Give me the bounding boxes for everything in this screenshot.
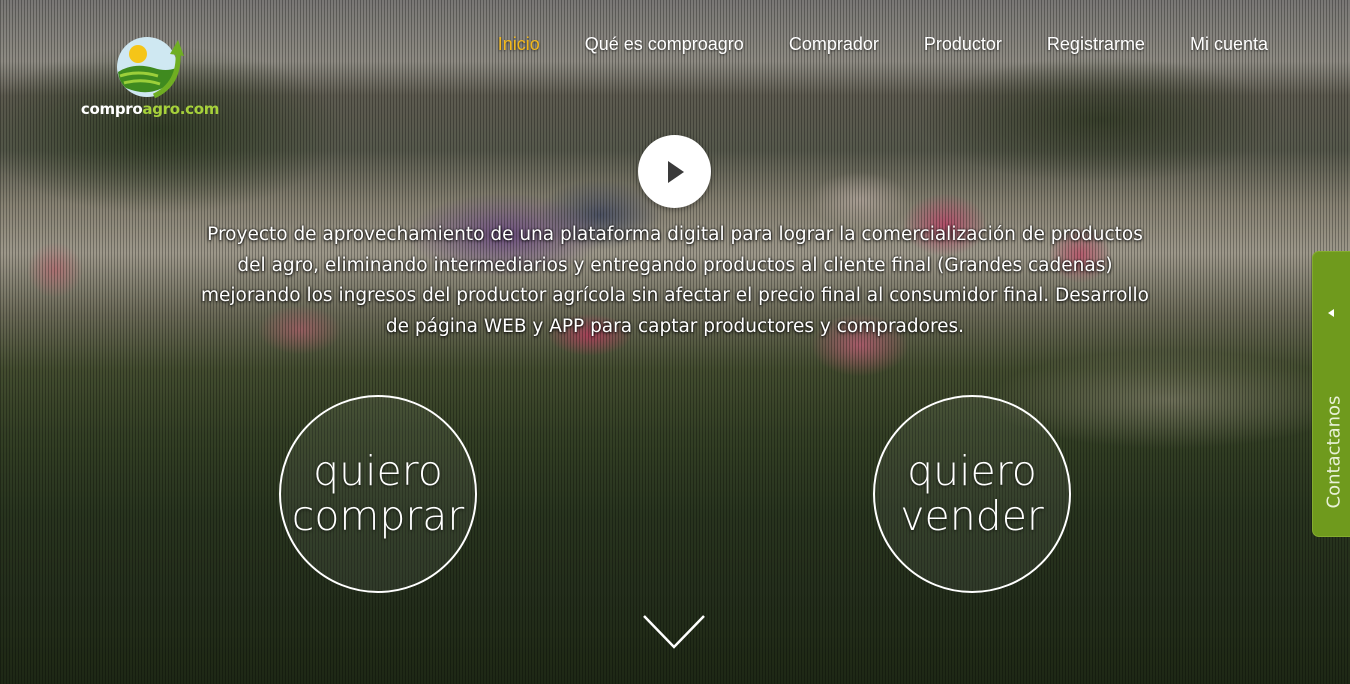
- contact-side-tab[interactable]: Contactanos: [1312, 251, 1350, 537]
- quiero-vender-button[interactable]: quiero vender: [873, 395, 1071, 593]
- cta-sell-line2: vender: [900, 492, 1044, 540]
- main-nav: Inicio Qué es comproagro Comprador Produ…: [453, 33, 1268, 55]
- nav-item-comprador[interactable]: Comprador: [789, 33, 879, 55]
- nav-item-productor[interactable]: Productor: [924, 33, 1002, 55]
- logo-wordmark: comproagro.com: [80, 100, 220, 118]
- logo-text-compro: compro: [80, 100, 143, 118]
- nav-item-que-es[interactable]: Qué es comproagro: [585, 33, 744, 55]
- hero-description: Proyecto de aprovechamiento de una plata…: [201, 224, 1149, 337]
- cta-buy-line2: comprar: [291, 492, 465, 540]
- play-video-button[interactable]: [638, 135, 711, 208]
- logo-emblem-icon: [117, 37, 184, 99]
- cta-sell-line1: quiero: [907, 447, 1037, 495]
- cta-buy-line1: quiero: [313, 447, 443, 495]
- play-icon: [667, 160, 684, 183]
- logo-text-agro: agro.com: [142, 100, 220, 118]
- caret-left-icon: [1328, 309, 1334, 317]
- nav-item-registrarme[interactable]: Registrarme: [1047, 33, 1145, 55]
- site-logo[interactable]: comproagro.com: [80, 30, 220, 125]
- nav-item-inicio[interactable]: Inicio: [498, 33, 540, 55]
- chevron-down-icon[interactable]: [641, 612, 707, 652]
- contact-tab-label: Contactanos: [1323, 395, 1345, 509]
- nav-item-mi-cuenta[interactable]: Mi cuenta: [1190, 33, 1268, 55]
- quiero-comprar-button[interactable]: quiero comprar: [279, 395, 477, 593]
